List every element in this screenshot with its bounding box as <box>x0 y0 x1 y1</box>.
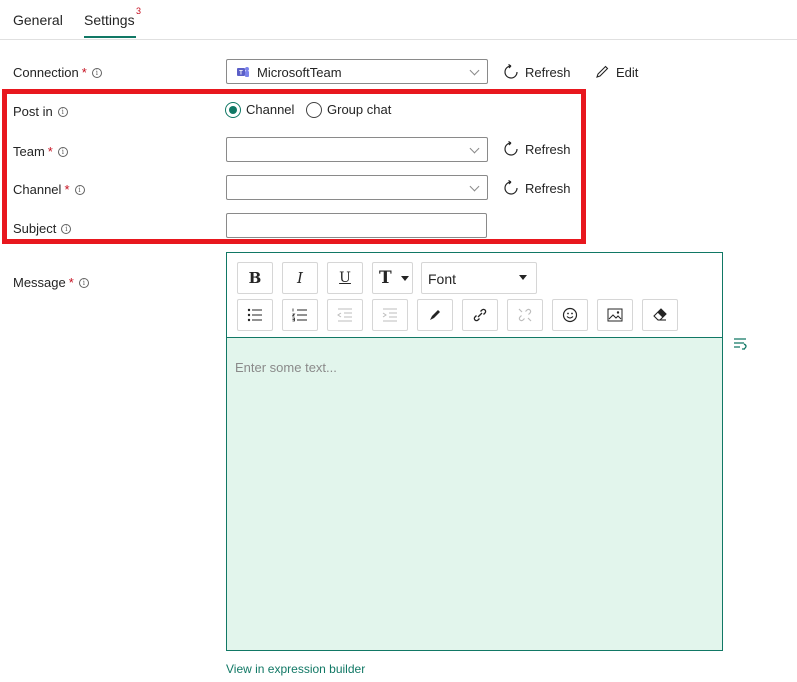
indent-icon <box>382 308 397 322</box>
connection-edit-button[interactable]: Edit <box>594 64 638 80</box>
chevron-down-icon <box>469 181 480 192</box>
info-icon: i <box>57 147 68 157</box>
message-editor[interactable]: B I U T Font Enter some text... <box>226 252 723 651</box>
message-text-area[interactable]: Enter some text... <box>227 337 722 650</box>
expression-icon[interactable] <box>732 337 750 353</box>
remove-link-button[interactable] <box>507 299 543 331</box>
info-icon: i <box>78 278 89 288</box>
active-tab-indicator <box>84 36 136 38</box>
refresh-icon <box>504 63 518 79</box>
radio-group-chat[interactable]: Group chat <box>306 102 391 118</box>
outdent-button[interactable] <box>327 299 363 331</box>
bold-button[interactable]: B <box>237 262 273 294</box>
subject-input[interactable] <box>226 213 487 238</box>
info-icon: i <box>57 107 68 117</box>
team-refresh-button[interactable]: Refresh <box>503 140 571 157</box>
connection-refresh-button[interactable]: Refresh <box>503 63 571 80</box>
font-select[interactable]: Font <box>421 262 537 294</box>
info-icon: i <box>74 185 85 195</box>
team-select[interactable] <box>226 137 488 162</box>
caret-down-icon <box>519 275 527 280</box>
connection-select[interactable]: T MicrosoftTeam <box>226 59 488 84</box>
insert-link-button[interactable] <box>462 299 498 331</box>
refresh-icon <box>504 140 518 156</box>
info-icon: i <box>61 224 72 234</box>
caret-down-icon <box>401 276 409 281</box>
channel-refresh-button[interactable]: Refresh <box>503 179 571 196</box>
numbered-list-button[interactable] <box>282 299 318 331</box>
message-placeholder: Enter some text... <box>235 360 337 375</box>
smiley-icon <box>562 307 578 323</box>
font-select-label: Font <box>428 271 457 287</box>
channel-select[interactable] <box>226 175 488 200</box>
underline-button[interactable]: U <box>327 262 363 294</box>
settings-badge: 3 <box>136 6 142 16</box>
message-label: Message * i <box>13 275 89 290</box>
chevron-down-icon <box>469 143 480 154</box>
marker-icon <box>430 310 440 320</box>
connection-value: MicrosoftTeam <box>257 65 342 80</box>
info-icon: i <box>91 68 102 78</box>
outdent-icon <box>337 308 352 322</box>
connection-label: Connection * i <box>13 65 102 80</box>
tab-general[interactable]: General <box>13 12 63 28</box>
tabs-divider <box>0 39 797 40</box>
numbered-list-icon <box>292 308 307 322</box>
link-icon <box>473 308 487 322</box>
post-in-label: Post in i <box>13 104 68 119</box>
clear-formatting-button[interactable] <box>642 299 678 331</box>
svg-text:T: T <box>239 71 243 77</box>
pencil-icon <box>596 65 609 78</box>
team-label: Team * i <box>13 144 68 159</box>
subject-label: Subject i <box>13 221 72 236</box>
insert-image-button[interactable] <box>597 299 633 331</box>
emoji-button[interactable] <box>552 299 588 331</box>
unlink-icon <box>518 308 532 322</box>
view-expression-builder-link[interactable]: View in expression builder <box>226 662 365 676</box>
eraser-icon <box>653 308 667 321</box>
radio-channel[interactable]: Channel <box>225 102 294 118</box>
indent-button[interactable] <box>372 299 408 331</box>
chevron-down-icon <box>469 65 480 76</box>
italic-button[interactable]: I <box>282 262 318 294</box>
radio-unselected-icon <box>306 102 322 118</box>
bullet-list-button[interactable] <box>237 299 273 331</box>
refresh-icon <box>504 179 518 195</box>
bullet-list-icon <box>247 308 262 322</box>
teams-icon: T <box>237 67 249 77</box>
text-size-button[interactable]: T <box>372 262 413 294</box>
channel-label: Channel * i <box>13 182 85 197</box>
radio-selected-icon <box>225 102 241 118</box>
highlight-color-button[interactable] <box>417 299 453 331</box>
tab-settings[interactable]: Settings <box>84 12 135 28</box>
image-icon <box>607 308 623 322</box>
